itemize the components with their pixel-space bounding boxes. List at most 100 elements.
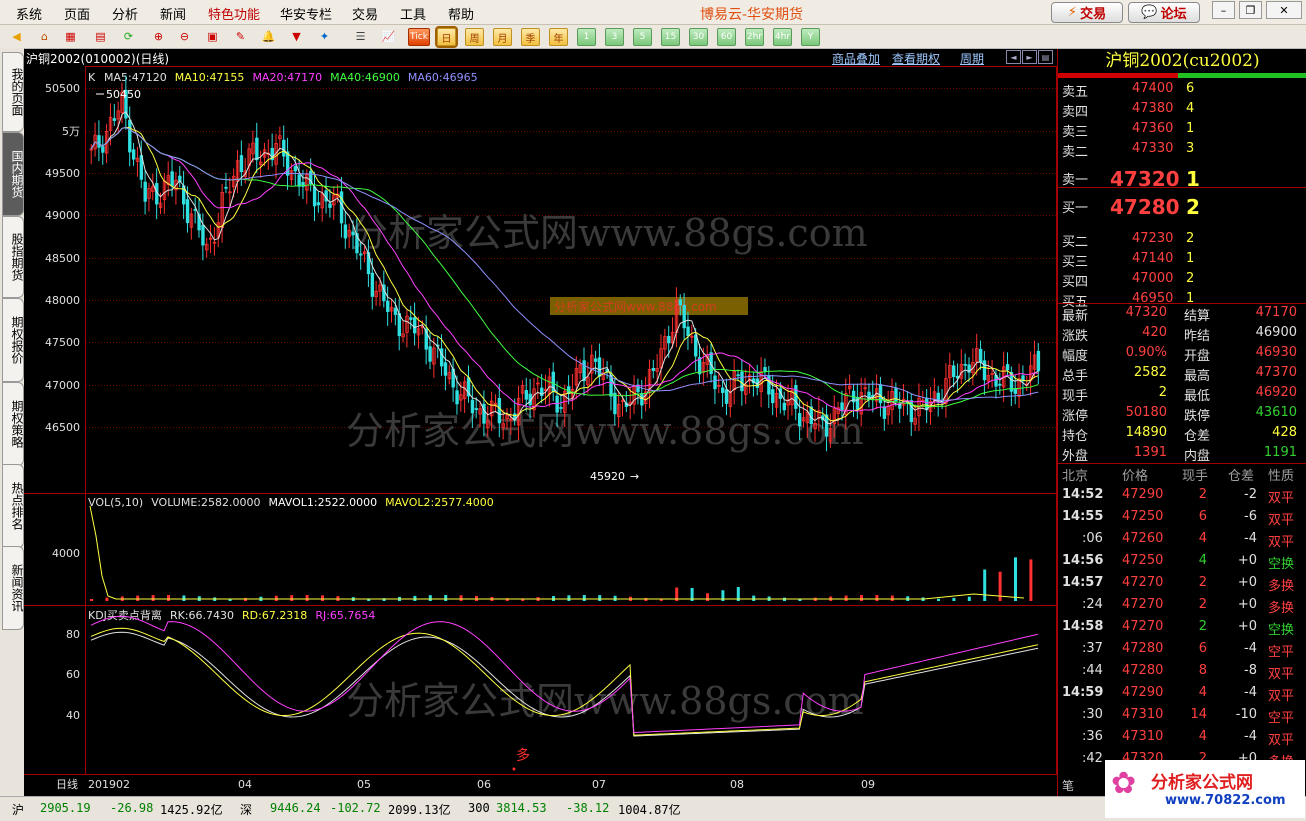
kdj-signal: 多: [516, 747, 530, 764]
stat-row: 涨跌 420 昨结 46900: [1062, 325, 1297, 344]
grid-icon[interactable]: ▦: [62, 28, 79, 44]
sh-label: 沪: [12, 803, 25, 817]
sell-row[interactable]: 卖五 47400 6: [1058, 79, 1306, 100]
menu-system[interactable]: 系统: [16, 4, 42, 23]
y-label: 50500: [45, 82, 80, 95]
sz-index: 9446.24: [270, 801, 321, 815]
stat-row: 涨停 50180 跌停 43610: [1062, 405, 1297, 424]
zoom-in-icon[interactable]: ⊕: [150, 28, 167, 44]
c300-change: -38.12: [566, 801, 610, 815]
period-3min[interactable]: 3: [605, 28, 624, 46]
layout-icon[interactable]: ▤: [1038, 50, 1053, 64]
x-label: 09: [861, 778, 875, 791]
menu-tools[interactable]: 工具: [400, 4, 426, 23]
period-5min[interactable]: 5: [633, 28, 652, 46]
kdj-label-0: KDJ买卖点背离: [88, 608, 162, 622]
tab-domestic-futures[interactable]: 国内期货: [2, 132, 24, 216]
forum-button[interactable]: 💬 论坛: [1128, 2, 1200, 23]
sell-row[interactable]: 卖一 47320 1: [1058, 167, 1306, 191]
tick-row: :36 47310 4 -4 双平: [1082, 729, 1295, 748]
overlay-link[interactable]: 商品叠加: [832, 50, 880, 67]
period-2hr[interactable]: 2hr: [745, 28, 764, 46]
menu-trade[interactable]: 交易: [352, 4, 378, 23]
buy-row[interactable]: 买四 47000 2: [1058, 269, 1306, 290]
period-year[interactable]: 年: [549, 28, 568, 46]
kline-chart[interactable]: 分析家公式网www.88gs.com 分析家公式网www.88gs.com 分析…: [24, 66, 1057, 796]
period-month[interactable]: 月: [493, 28, 512, 46]
back-icon[interactable]: ◀: [8, 28, 25, 44]
tab-option-strategy[interactable]: 期权策略: [2, 382, 24, 466]
menu-page[interactable]: 页面: [64, 4, 90, 23]
minimize-button[interactable]: –: [1212, 1, 1235, 19]
y-label: 5万: [62, 125, 80, 138]
tick-row: :30 47310 14 -10 空平: [1082, 707, 1295, 726]
trade-button[interactable]: ⚡ 交易: [1051, 2, 1123, 23]
sz-amount: 2099.13亿: [388, 803, 451, 817]
vol-label-0: VOL(5,10): [88, 496, 143, 509]
x-label: 08: [730, 778, 744, 791]
tab-news[interactable]: 新闻资讯: [2, 546, 24, 630]
menu-news[interactable]: 新闻: [160, 4, 186, 23]
tab-index-futures[interactable]: 股指期货: [2, 216, 24, 298]
close-button[interactable]: ✕: [1266, 1, 1302, 19]
tick-button[interactable]: Tick: [408, 28, 430, 46]
tick-tab[interactable]: 笔: [1062, 777, 1074, 794]
tick-row: :24 47270 2 +0 多换: [1082, 597, 1295, 616]
ma-label-1: MA10:47155: [175, 71, 245, 84]
period-1min[interactable]: 1: [577, 28, 596, 46]
buy-bar: [1178, 73, 1306, 78]
pen-icon[interactable]: ✎: [232, 28, 249, 44]
period-custom[interactable]: Y: [801, 28, 820, 46]
home-icon[interactable]: ⌂: [36, 28, 53, 44]
refresh-icon[interactable]: ⟳: [120, 28, 137, 44]
zoom-out-icon[interactable]: ⊖: [176, 28, 193, 44]
menu-huaan[interactable]: 华安专栏: [280, 4, 332, 23]
period-60min[interactable]: 60: [717, 28, 736, 46]
period-30min[interactable]: 30: [689, 28, 708, 46]
sell-row[interactable]: 卖四 47380 4: [1058, 99, 1306, 120]
buy-row[interactable]: 买一 47280 2: [1058, 195, 1306, 219]
period-label: 日线: [56, 777, 78, 791]
menu-help[interactable]: 帮助: [448, 4, 474, 23]
sz-change: -102.72: [330, 801, 381, 815]
stat-row: 外盘 1391 内盘 1191: [1062, 445, 1297, 464]
vol-label-1: VOLUME:2582.0000: [151, 496, 260, 509]
maximize-button[interactable]: ❐: [1239, 1, 1262, 19]
left-tabs: 我的页面 国内期货 股指期货 期权报价 期权策略 热点排名 新闻资讯: [0, 48, 25, 796]
period-15min[interactable]: 15: [661, 28, 680, 46]
period-week[interactable]: 周: [465, 28, 484, 46]
watermark-small: 分析家公式网www.88gs.com: [554, 299, 717, 314]
menu-analysis[interactable]: 分析: [112, 4, 138, 23]
period-link[interactable]: 周期: [960, 50, 984, 67]
tick-row: 14:55 47250 6 -6 双平: [1062, 509, 1295, 528]
list-icon[interactable]: ▤: [92, 28, 109, 44]
buy-row[interactable]: 买二 47230 2: [1058, 229, 1306, 250]
tab-option-quotes[interactable]: 期权报价: [2, 298, 24, 382]
window-icon[interactable]: ▣: [204, 28, 221, 44]
menu-bar: 系统 页面 分析 新闻 特色功能 华安专栏 交易 工具 帮助 博易云-华安期货 …: [0, 0, 1306, 25]
option-link[interactable]: 查看期权: [892, 50, 940, 67]
period-4hr[interactable]: 4hr: [773, 28, 792, 46]
menu-special[interactable]: 特色功能: [208, 4, 260, 23]
chart-title: 沪铜2002(010002)(日线): [26, 52, 170, 66]
right-arrow-icon[interactable]: ►: [1022, 50, 1037, 64]
new-icon[interactable]: ✦: [316, 28, 333, 44]
y-label: 49000: [45, 209, 80, 222]
sell-row[interactable]: 卖二 47330 3: [1058, 139, 1306, 160]
low-marker-arrow: →: [630, 470, 639, 483]
left-arrow-icon[interactable]: ◄: [1006, 50, 1021, 64]
tab-my-page[interactable]: 我的页面: [2, 52, 24, 132]
site-logo: ✿ 分析家公式网 www.70822.com: [1105, 760, 1305, 818]
period-season[interactable]: 季: [521, 28, 540, 46]
y-label: 48500: [45, 252, 80, 265]
filter-icon[interactable]: ▼: [288, 28, 305, 44]
buy-row[interactable]: 买三 47140 1: [1058, 249, 1306, 270]
kline-icon[interactable]: 📈: [380, 28, 397, 44]
bell-icon[interactable]: 🔔: [260, 28, 277, 44]
tick-row: 14:59 47290 4 -4 双平: [1062, 685, 1295, 704]
sell-row[interactable]: 卖三 47360 1: [1058, 119, 1306, 140]
tick-row: :37 47280 6 -4 空平: [1082, 641, 1295, 660]
table-icon[interactable]: ☰: [352, 28, 369, 44]
period-day[interactable]: 日: [435, 26, 458, 48]
tab-hot-rank[interactable]: 热点排名: [2, 464, 24, 548]
